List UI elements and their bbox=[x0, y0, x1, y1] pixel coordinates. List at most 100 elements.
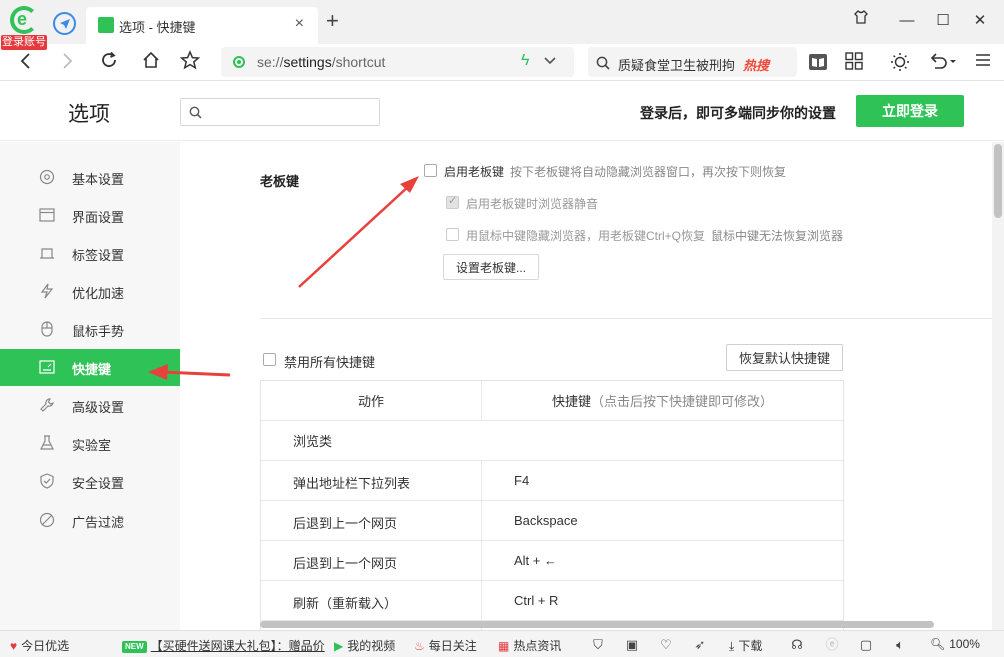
sidebar-item-basic[interactable]: 基本设置 bbox=[0, 159, 180, 196]
search-icon bbox=[596, 53, 610, 73]
brightness-icon[interactable] bbox=[889, 52, 911, 74]
shortcut-key[interactable]: F4 bbox=[482, 461, 843, 500]
login-button[interactable]: 立即登录 bbox=[856, 95, 964, 127]
sidebar-item-label: 安全设置 bbox=[72, 476, 125, 491]
sidebar-item-shortcut[interactable]: 快捷键 bbox=[0, 349, 180, 386]
chevron-down-icon[interactable] bbox=[544, 52, 556, 68]
settings-tab-favicon-icon bbox=[98, 17, 114, 33]
news-icon: ▦ bbox=[498, 639, 510, 653]
today-picks[interactable]: ♥ 今日优选 bbox=[10, 637, 69, 654]
table-category-row: 浏览类 bbox=[261, 421, 843, 461]
hot-news-label: 热点资讯 bbox=[513, 639, 562, 653]
game-icon[interactable]: ♡ bbox=[658, 637, 674, 653]
promo-text: 【买硬件送网课大礼包】：赠品价 bbox=[150, 639, 325, 653]
title-bar: e 选项 - 快捷键 × + — ☐ ✕ bbox=[0, 0, 1004, 44]
sidebar-item-advanced[interactable]: 高级设置 bbox=[0, 387, 180, 424]
hot-search-label[interactable]: 热搜 bbox=[743, 55, 769, 74]
home-icon[interactable] bbox=[138, 50, 164, 76]
sidebar-item-adblock[interactable]: 广告过滤 bbox=[0, 502, 180, 539]
mouse-icon bbox=[38, 321, 56, 339]
address-url[interactable]: se://settings/shortcut bbox=[257, 54, 385, 70]
sidebar-item-optimize[interactable]: 优化加速 bbox=[0, 273, 180, 310]
shortcut-key[interactable]: Alt + ← bbox=[482, 541, 843, 580]
tab-settings[interactable]: 选项 - 快捷键 × bbox=[86, 7, 318, 44]
download-button[interactable]: ⤓ 下载 bbox=[729, 637, 762, 654]
favorite-star-icon[interactable] bbox=[177, 50, 203, 76]
reader-icon[interactable] bbox=[807, 52, 829, 74]
sidebar-item-security[interactable]: 安全设置 bbox=[0, 463, 180, 500]
set-bosskey-button[interactable]: 设置老板键... bbox=[443, 254, 539, 280]
promo-link[interactable]: NEW 【买硬件送网课大礼包】：赠品价 bbox=[122, 637, 325, 654]
daily-follow[interactable]: ♨ 每日关注 bbox=[414, 637, 477, 654]
wrench-icon bbox=[38, 397, 56, 415]
zoom-level[interactable]: 🔍︎ 100% bbox=[930, 637, 980, 651]
maximize-icon[interactable]: ☐ bbox=[931, 9, 955, 33]
bosskey-mute-label[interactable]: 启用老板键时浏览器静音 bbox=[466, 195, 598, 212]
tab-icon bbox=[38, 245, 56, 263]
settings-search-input[interactable] bbox=[207, 103, 375, 121]
settings-search[interactable] bbox=[180, 98, 380, 126]
table-row: 后退到上一个网页 Backspace bbox=[261, 501, 843, 541]
search-box[interactable]: 质疑食堂卫生被刑拘 热搜 bbox=[588, 47, 797, 77]
sidebar-item-mouse-gesture[interactable]: 鼠标手势 bbox=[0, 311, 180, 348]
rocket-icon[interactable]: ➶ bbox=[692, 637, 708, 653]
apps-grid-icon[interactable] bbox=[843, 52, 865, 74]
search-suggestion[interactable]: 质疑食堂卫生被刑拘 bbox=[618, 55, 735, 74]
horizontal-scrollbar[interactable] bbox=[260, 620, 934, 629]
tab-close-icon[interactable]: × bbox=[295, 15, 304, 33]
sidebar-item-label: 鼠标手势 bbox=[72, 324, 125, 339]
browser-logo-icon[interactable]: e bbox=[6, 6, 42, 36]
new-tab-button[interactable]: + bbox=[326, 10, 339, 32]
forward-icon[interactable] bbox=[55, 50, 81, 76]
address-bar[interactable]: se://settings/shortcut ϟ bbox=[221, 47, 574, 77]
sidebar-item-interface[interactable]: 界面设置 bbox=[0, 197, 180, 234]
back-icon[interactable] bbox=[12, 50, 38, 76]
daily-follow-label: 每日关注 bbox=[428, 639, 477, 653]
headset-icon[interactable]: ☊ bbox=[789, 637, 805, 653]
vertical-scrollbar[interactable] bbox=[992, 142, 1004, 630]
speed-mode-icon[interactable]: ϟ bbox=[521, 52, 529, 70]
keyboard-icon bbox=[38, 359, 56, 377]
bosskey-mute-checkbox[interactable] bbox=[446, 194, 459, 209]
disable-all-shortcuts-label[interactable]: 禁用所有快捷键 bbox=[284, 352, 375, 371]
settings-header: 选项 登录后，即可多端同步你的设置 立即登录 bbox=[0, 82, 1004, 141]
bosskey-enable-hint: 按下老板键将自动隐藏浏览器窗口，再次按下则恢复 bbox=[510, 165, 787, 179]
my-video[interactable]: ▶ 我的视频 bbox=[334, 637, 395, 654]
shortcut-key[interactable]: Backspace bbox=[482, 501, 843, 540]
account-badge[interactable]: 登录账号 bbox=[1, 35, 47, 50]
image-icon[interactable]: ▣ bbox=[624, 637, 640, 653]
flame-icon: ♨ bbox=[414, 639, 425, 653]
sidebar-item-lab[interactable]: 实验室 bbox=[0, 425, 180, 462]
menu-icon[interactable] bbox=[972, 52, 994, 74]
bosskey-enable-checkbox[interactable] bbox=[424, 164, 437, 177]
column-action: 动作 bbox=[261, 381, 482, 420]
bosskey-middle-click-checkbox[interactable] bbox=[446, 228, 459, 241]
undo-close-icon[interactable] bbox=[928, 52, 958, 74]
table-header: 动作 快捷键（点击后按下快捷键即可修改） bbox=[261, 381, 843, 421]
bosskey-enable-label[interactable]: 启用老板键 bbox=[444, 165, 504, 179]
volume-icon[interactable]: 🔈︎ bbox=[892, 637, 908, 653]
sidebar-item-label: 快捷键 bbox=[72, 362, 112, 377]
shield-icon[interactable]: ⛉ bbox=[590, 637, 606, 653]
bosskey-middle-click-label[interactable]: 用鼠标中键隐藏浏览器，用老板键Ctrl+Q恢复 bbox=[466, 229, 705, 243]
download-icon: ⤓ bbox=[729, 639, 735, 653]
disable-all-shortcuts-checkbox[interactable] bbox=[263, 353, 276, 366]
hot-news[interactable]: ▦ 热点资讯 bbox=[498, 637, 561, 654]
sidebar-item-tabs[interactable]: 标签设置 bbox=[0, 235, 180, 272]
ie-mode-icon[interactable]: ⓔ bbox=[824, 637, 840, 653]
skin-icon[interactable] bbox=[849, 9, 873, 33]
horizontal-scrollbar-thumb[interactable] bbox=[260, 621, 934, 628]
window-icon[interactable]: ▢ bbox=[858, 637, 874, 653]
shield-icon bbox=[38, 473, 56, 491]
restore-default-shortcuts-button[interactable]: 恢复默认快捷键 bbox=[726, 344, 843, 371]
vertical-scrollbar-thumb[interactable] bbox=[994, 144, 1002, 218]
refresh-icon[interactable] bbox=[96, 50, 122, 76]
navigate-icon[interactable] bbox=[53, 12, 76, 35]
close-window-icon[interactable]: ✕ bbox=[968, 9, 992, 33]
minimize-icon[interactable]: — bbox=[895, 9, 919, 33]
page-title: 选项 bbox=[68, 103, 110, 126]
shortcut-key[interactable]: Ctrl + R bbox=[482, 581, 843, 620]
flask-icon bbox=[38, 435, 56, 453]
tab-title: 选项 - 快捷键 bbox=[119, 20, 196, 35]
sidebar-item-label: 实验室 bbox=[72, 438, 112, 453]
